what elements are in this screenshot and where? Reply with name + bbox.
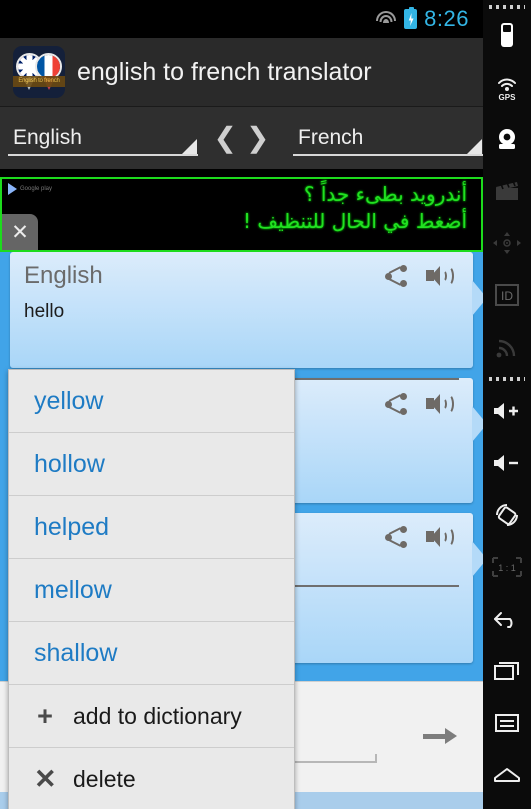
ad-close-button[interactable]: ✕ bbox=[2, 214, 38, 250]
battery-charging-icon bbox=[404, 7, 418, 29]
card-header: English bbox=[10, 252, 473, 300]
app-icon-ribbon: English to french bbox=[13, 76, 65, 87]
google-play-badge: Google play bbox=[8, 183, 52, 195]
plus-icon: + bbox=[37, 700, 53, 731]
google-play-label: Google play bbox=[20, 185, 53, 192]
overview-icon[interactable] bbox=[483, 645, 531, 697]
share-button[interactable] bbox=[375, 383, 417, 425]
toolbar-separator bbox=[489, 377, 525, 381]
ad-text-line-1: أندرويد بطىء جداً ؟ bbox=[303, 182, 467, 206]
target-language-spinner[interactable]: French bbox=[285, 116, 483, 160]
volume-up-icon[interactable] bbox=[483, 385, 531, 437]
suggestion-item[interactable]: yellow bbox=[9, 370, 294, 433]
speak-button[interactable] bbox=[417, 516, 459, 558]
emulator-window: 8:26 English to french english to french… bbox=[0, 0, 531, 809]
source-language-label: English bbox=[13, 126, 82, 149]
delete-button[interactable]: ✕ delete bbox=[9, 748, 294, 809]
share-button[interactable] bbox=[375, 255, 417, 297]
translation-card[interactable]: English hello bbox=[10, 252, 483, 368]
card-language-label: English bbox=[24, 262, 103, 289]
add-to-dictionary-button[interactable]: + add to dictionary bbox=[9, 685, 294, 748]
chevron-right-icon: ❯ bbox=[246, 122, 270, 153]
menu-icon[interactable] bbox=[483, 697, 531, 749]
speaker-icon bbox=[426, 266, 454, 286]
spinner-underline bbox=[8, 154, 198, 156]
ad-text-line-2: أضغط في الحال للتنظيف ! bbox=[243, 209, 467, 233]
ad-banner[interactable]: Google play أندرويد بطىء جداً ؟ أضغط في … bbox=[0, 177, 483, 252]
play-triangle-icon bbox=[8, 183, 17, 195]
zoom-ratio-icon[interactable]: 1 : 1 bbox=[483, 541, 531, 593]
chevron-left-icon: ❮ bbox=[213, 122, 237, 153]
cellular-icon[interactable] bbox=[483, 321, 531, 373]
svg-text:ID: ID bbox=[501, 289, 513, 303]
volume-down-icon[interactable] bbox=[483, 437, 531, 489]
suggestion-item[interactable]: shallow bbox=[9, 622, 294, 685]
spinner-underline bbox=[293, 154, 483, 156]
speaker-icon bbox=[426, 527, 454, 547]
speak-button[interactable] bbox=[417, 383, 459, 425]
action-bar: English to french english to french tran… bbox=[0, 38, 483, 107]
app-title: english to french translator bbox=[77, 57, 372, 86]
chevron-down-icon bbox=[467, 139, 482, 154]
app-icon-ribbon-label: English to french bbox=[18, 78, 60, 84]
arrow-right-icon bbox=[423, 728, 457, 744]
suggestion-item[interactable]: hollow bbox=[9, 433, 294, 496]
suggestion-item[interactable]: mellow bbox=[9, 559, 294, 622]
swap-languages-button[interactable]: ❮ ❯ bbox=[198, 124, 285, 152]
source-language-spinner[interactable]: English bbox=[0, 116, 198, 160]
chevron-down-icon bbox=[182, 139, 197, 154]
home-icon[interactable] bbox=[483, 749, 531, 801]
share-icon bbox=[385, 526, 407, 548]
id-icon[interactable]: ID bbox=[483, 269, 531, 321]
device-screen: 8:26 English to french english to french… bbox=[0, 0, 483, 809]
language-selector-bar: English ❮ ❯ French bbox=[0, 107, 483, 169]
target-language-label: French bbox=[298, 126, 364, 149]
wifi-icon bbox=[375, 11, 397, 27]
delete-label: delete bbox=[73, 766, 136, 792]
status-bar: 8:26 bbox=[0, 0, 483, 38]
svg-text:1 : 1: 1 : 1 bbox=[498, 563, 516, 573]
status-clock: 8:26 bbox=[424, 6, 469, 31]
cross-icon: ✕ bbox=[34, 764, 57, 794]
share-button[interactable] bbox=[375, 516, 417, 558]
card-text: hello bbox=[24, 301, 65, 322]
ad-text: أندرويد بطىء جداً ؟ أضغط في الحال للتنظي… bbox=[243, 181, 467, 235]
share-icon bbox=[385, 393, 407, 415]
send-button[interactable] bbox=[417, 716, 463, 756]
clapperboard-icon[interactable] bbox=[483, 165, 531, 217]
dpad-icon[interactable] bbox=[483, 217, 531, 269]
share-icon bbox=[385, 265, 407, 287]
suggestion-item[interactable]: helped bbox=[9, 496, 294, 559]
power-battery-icon[interactable] bbox=[483, 9, 531, 61]
gps-icon[interactable]: GPS bbox=[483, 61, 531, 113]
autocomplete-dropdown[interactable]: yellow hollow helped mellow shallow + ad… bbox=[8, 369, 295, 809]
svg-text:GPS: GPS bbox=[499, 93, 517, 101]
add-to-dictionary-label: add to dictionary bbox=[73, 702, 242, 729]
card-body: hello bbox=[10, 300, 473, 355]
back-icon[interactable] bbox=[483, 593, 531, 645]
emulator-toolbar: GPS ID 1: 1 bbox=[483, 0, 531, 809]
camera-icon[interactable] bbox=[483, 113, 531, 165]
rotate-icon[interactable] bbox=[483, 489, 531, 541]
speaker-icon bbox=[426, 394, 454, 414]
app-icon: English to french bbox=[13, 46, 65, 98]
speak-button[interactable] bbox=[417, 255, 459, 297]
power-icon[interactable] bbox=[483, 801, 531, 809]
